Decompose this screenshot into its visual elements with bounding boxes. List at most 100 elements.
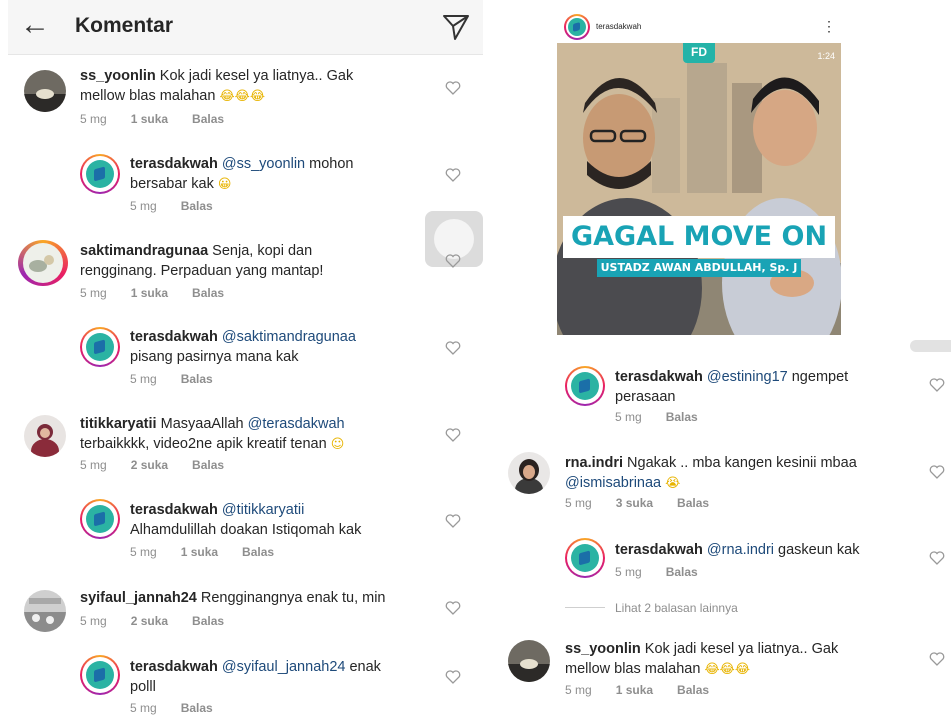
more-vertical-icon[interactable]: ⋮ bbox=[822, 18, 836, 35]
video-duration: 1:24 bbox=[817, 51, 835, 61]
avatar-titikkaryatii[interactable] bbox=[24, 415, 66, 457]
comment-time: 5 mg bbox=[80, 112, 107, 126]
avatar-terasdakwah[interactable] bbox=[565, 366, 605, 406]
mention-link[interactable]: @syifaul_jannah24 bbox=[222, 659, 346, 675]
comment-text: saktimandragunaa Senja, kopi dan renggin… bbox=[80, 241, 430, 281]
heart-outline-icon[interactable] bbox=[445, 428, 461, 442]
heart-outline-icon[interactable] bbox=[929, 652, 945, 666]
side-scroll-handle[interactable] bbox=[910, 340, 951, 352]
avatar-ss-yoonlin[interactable] bbox=[24, 70, 66, 112]
view-more-replies[interactable]: Lihat 2 balasan lainnya bbox=[615, 601, 738, 615]
mention-link[interactable]: @ismisabrinaa bbox=[565, 475, 661, 491]
reply-button[interactable]: Balas bbox=[677, 683, 709, 697]
back-arrow-icon[interactable]: ← bbox=[20, 10, 50, 40]
comment-meta: 5 mg 1 suka Balas bbox=[565, 683, 733, 697]
comment-meta: 5 mg 2 suka Balas bbox=[80, 458, 248, 472]
comment-text: ss_yoonlin Kok jadi kesel ya liatnya.. G… bbox=[565, 639, 915, 680]
mention-link[interactable]: @saktimandragunaa bbox=[222, 329, 356, 345]
heart-outline-icon[interactable] bbox=[929, 551, 945, 565]
comment-meta: 5 mg 1 suka Balas bbox=[130, 545, 298, 559]
comment-meta: 5 mg Balas bbox=[615, 565, 722, 579]
reply-button[interactable]: Balas bbox=[666, 565, 698, 579]
avatar-syifaul-jannah24[interactable] bbox=[24, 590, 66, 632]
comment-username[interactable]: ss_yoonlin bbox=[565, 641, 641, 657]
comment-username[interactable]: terasdakwah bbox=[615, 542, 703, 558]
comment-body-line2: perasaan bbox=[615, 389, 676, 405]
comment-body: gaskeun kak bbox=[774, 542, 860, 558]
comment-text: titikkaryatii MasyaaAllah @terasdakwah t… bbox=[80, 414, 430, 455]
video-subtitle: USTADZ AWAN ABDULLAH, Sp. J bbox=[597, 259, 801, 277]
reply-button[interactable]: Balas bbox=[192, 458, 224, 472]
comment-text: terasdakwah @rna.indri gaskeun kak bbox=[615, 540, 915, 560]
post-account-name[interactable]: terasdakwah bbox=[596, 22, 641, 31]
comment-username[interactable]: terasdakwah bbox=[615, 369, 703, 385]
likes-count[interactable]: 1 suka bbox=[131, 286, 168, 300]
reply-button[interactable]: Balas bbox=[666, 410, 698, 424]
comment-time: 5 mg bbox=[615, 565, 642, 579]
likes-count[interactable]: 3 suka bbox=[616, 496, 653, 510]
comment-username[interactable]: terasdakwah bbox=[130, 156, 218, 172]
comment-username[interactable]: syifaul_jannah24 bbox=[80, 590, 197, 606]
likes-count[interactable]: 2 suka bbox=[131, 458, 168, 472]
comment-text: syifaul_jannah24 Rengginangnya enak tu, … bbox=[80, 588, 430, 608]
comment-time: 5 mg bbox=[565, 683, 592, 697]
comment-username[interactable]: ss_yoonlin bbox=[80, 68, 156, 84]
likes-count[interactable]: 1 suka bbox=[616, 683, 653, 697]
comment-body: Alhamdulillah doakan Istiqomah kak bbox=[130, 522, 362, 538]
avatar-terasdakwah[interactable] bbox=[80, 154, 120, 194]
reply-button[interactable]: Balas bbox=[192, 112, 224, 126]
avatar-terasdakwah[interactable] bbox=[80, 655, 120, 695]
reply-button[interactable]: Balas bbox=[677, 496, 709, 510]
heart-outline-icon[interactable] bbox=[445, 601, 461, 615]
heart-outline-icon[interactable] bbox=[929, 378, 945, 392]
likes-count[interactable]: 2 suka bbox=[131, 614, 168, 628]
avatar-terasdakwah[interactable] bbox=[80, 327, 120, 367]
mention-link[interactable]: @titikkaryatii bbox=[222, 502, 304, 518]
mention-link[interactable]: @estining17 bbox=[707, 369, 788, 385]
comment-username[interactable]: saktimandragunaa bbox=[80, 243, 208, 259]
avatar-terasdakwah[interactable] bbox=[565, 538, 605, 578]
reply-button[interactable]: Balas bbox=[181, 372, 213, 386]
emoji: 😀 bbox=[217, 177, 232, 192]
likes-count[interactable]: 1 suka bbox=[181, 545, 218, 559]
comment-body: Kok jadi kesel ya liatnya.. Gak bbox=[159, 68, 354, 84]
reply-button[interactable]: Balas bbox=[181, 199, 213, 213]
likes-count[interactable]: 1 suka bbox=[131, 112, 168, 126]
comment-body: ngempet bbox=[787, 369, 849, 385]
heart-outline-icon[interactable] bbox=[445, 341, 461, 355]
reply-button[interactable]: Balas bbox=[192, 614, 224, 628]
heart-outline-icon[interactable] bbox=[929, 465, 945, 479]
heart-outline-icon[interactable] bbox=[445, 168, 461, 182]
comment-username[interactable]: terasdakwah bbox=[130, 659, 218, 675]
comment-meta: 5 mg Balas bbox=[130, 372, 237, 386]
heart-outline-icon[interactable] bbox=[445, 254, 461, 268]
comment-meta: 5 mg 2 suka Balas bbox=[80, 614, 248, 628]
heart-outline-icon[interactable] bbox=[445, 670, 461, 684]
avatar-saktimandragunaa[interactable] bbox=[18, 240, 68, 286]
comment-body: pisang pasirnya mana kak bbox=[130, 349, 299, 365]
mention-link[interactable]: @ss_yoonlin bbox=[222, 156, 305, 172]
comment-username[interactable]: terasdakwah bbox=[130, 329, 218, 345]
comment-username[interactable]: terasdakwah bbox=[130, 502, 218, 518]
comment-time: 5 mg bbox=[80, 458, 107, 472]
comment-body-line2: mellow blas malahan bbox=[565, 661, 701, 677]
emoji: ☺ bbox=[330, 437, 345, 452]
mention-link[interactable]: @rna.indri bbox=[707, 542, 774, 558]
comment-username[interactable]: rna.indri bbox=[565, 455, 623, 471]
post-avatar-terasdakwah[interactable] bbox=[564, 14, 590, 40]
comment-time: 5 mg bbox=[615, 410, 642, 424]
paper-plane-icon[interactable] bbox=[441, 12, 471, 42]
avatar-rna-indri[interactable] bbox=[508, 452, 550, 494]
comment-time: 5 mg bbox=[80, 286, 107, 300]
comment-body: Kok jadi kesel ya liatnya.. Gak bbox=[644, 641, 839, 657]
reply-button[interactable]: Balas bbox=[192, 286, 224, 300]
heart-outline-icon[interactable] bbox=[445, 81, 461, 95]
heart-outline-icon[interactable] bbox=[445, 514, 461, 528]
comment-username[interactable]: titikkaryatii bbox=[80, 416, 157, 432]
video-thumbnail[interactable]: FD 1:24 GAGAL MOVE ON USTADZ AWAN ABDULL… bbox=[557, 43, 841, 335]
avatar-terasdakwah[interactable] bbox=[80, 499, 120, 539]
reply-button[interactable]: Balas bbox=[242, 545, 274, 559]
mention-link[interactable]: @terasdakwah bbox=[248, 416, 345, 432]
avatar-ss-yoonlin[interactable] bbox=[508, 640, 550, 682]
comment-text: terasdakwah @saktimandragunaa pisang pas… bbox=[130, 327, 430, 367]
